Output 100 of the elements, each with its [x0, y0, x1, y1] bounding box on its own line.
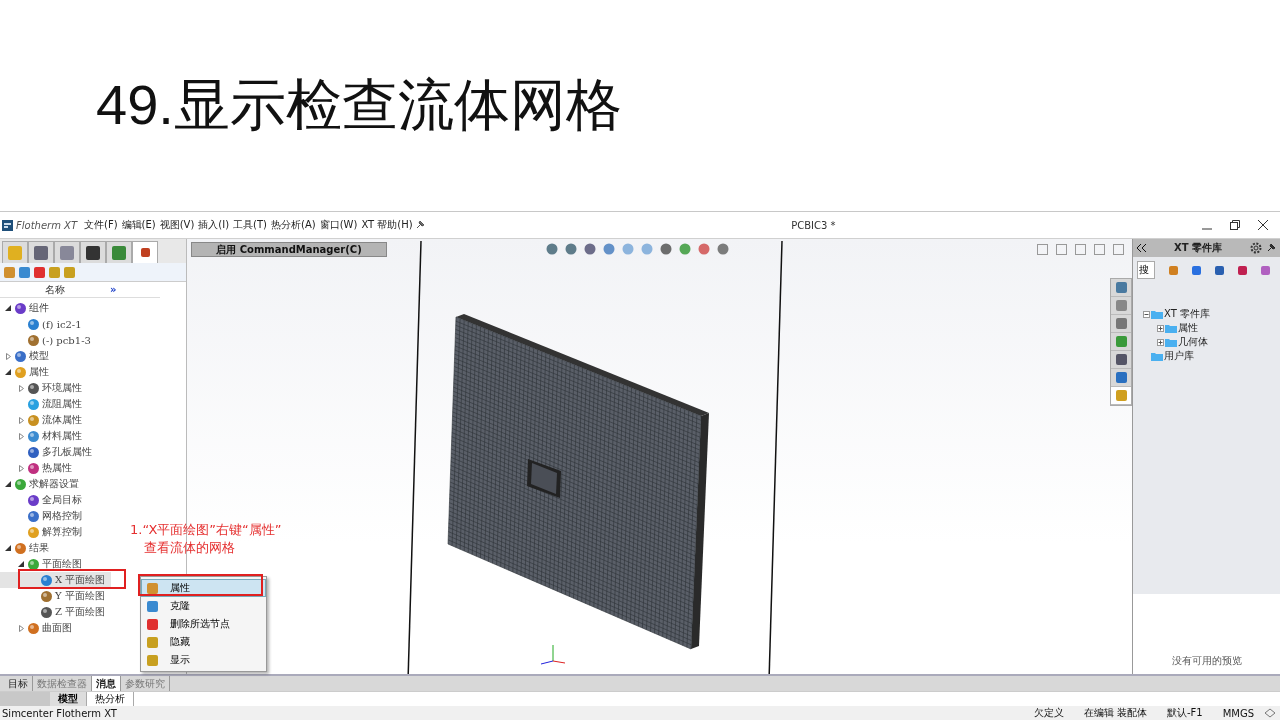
menu-item[interactable]: XT 帮助(H) [359, 218, 415, 232]
toolbar-icon[interactable] [19, 266, 30, 278]
view-tool-icon[interactable] [716, 242, 730, 256]
expand-box-icon[interactable] [1157, 338, 1164, 346]
viewport-control-icon[interactable] [1094, 244, 1105, 255]
tree-item[interactable]: 全局目标 [0, 492, 88, 508]
menu-option[interactable]: 删除所选节点 [141, 615, 266, 633]
collapsed-triangle-icon[interactable] [18, 624, 24, 632]
expanded-triangle-icon[interactable] [18, 561, 24, 567]
tree-item[interactable]: Z 平面绘图 [0, 604, 112, 620]
side-tool-icon[interactable] [1114, 371, 1128, 384]
side-tool-icon[interactable] [1114, 389, 1128, 402]
tree-item[interactable]: Y 平面绘图 [0, 588, 111, 604]
tree-item[interactable]: (-) pcb1-3 [0, 332, 97, 348]
tree-item[interactable]: 网格控制 [0, 508, 88, 524]
menu-item[interactable]: 热分析(A) [269, 218, 318, 232]
view-tool-icon[interactable] [583, 242, 597, 256]
node-icon [27, 557, 40, 571]
toolbar-icon[interactable] [49, 266, 60, 278]
collapsed-triangle-icon[interactable] [18, 384, 24, 392]
tree-item[interactable]: 求解器设置 [0, 476, 85, 492]
library-tool-icon[interactable] [1169, 265, 1178, 275]
tree-item[interactable]: 多孔板属性 [0, 444, 98, 460]
viewport-control-icon[interactable] [1056, 244, 1067, 255]
tree-item[interactable]: 流体属性 [0, 412, 88, 428]
sheet-tab[interactable]: 模型 [50, 692, 87, 706]
expanded-triangle-icon[interactable] [5, 545, 11, 551]
toolbar-icon[interactable] [4, 266, 15, 278]
menu-item[interactable]: 工具(T) [231, 218, 270, 232]
panel-tab[interactable] [28, 241, 54, 263]
pin-icon[interactable] [414, 220, 425, 230]
tree-item[interactable]: 属性 [0, 364, 55, 380]
search-field[interactable]: 搜 [1137, 261, 1155, 279]
side-tool-icon[interactable] [1114, 317, 1128, 330]
menu-item[interactable]: 文件(F) [82, 218, 120, 232]
panel-tab[interactable] [132, 241, 158, 263]
menu-option[interactable]: 显示 [141, 651, 266, 669]
view-tool-icon[interactable] [659, 242, 673, 256]
viewport-control-icon[interactable] [1113, 244, 1124, 255]
tree-item[interactable]: 材料属性 [0, 428, 88, 444]
settings-icon[interactable] [1250, 242, 1262, 254]
collapsed-triangle-icon[interactable] [18, 464, 24, 472]
close-icon[interactable] [1258, 220, 1268, 230]
expand-columns-button[interactable]: » [110, 284, 117, 295]
tree-item[interactable]: X 平面绘图 [0, 572, 112, 588]
view-tool-icon[interactable] [602, 242, 616, 256]
menu-option[interactable]: 隐藏 [141, 633, 266, 651]
tree-item[interactable]: 平面绘图 [0, 556, 88, 572]
tree-item[interactable]: (f) ic2-1 [0, 316, 88, 332]
restore-icon[interactable] [1230, 220, 1240, 230]
expanded-triangle-icon[interactable] [5, 369, 11, 375]
tree-item[interactable]: 结果 [0, 540, 55, 556]
library-item[interactable]: XT 零件库 [1143, 307, 1280, 321]
node-icon [27, 333, 40, 347]
viewport-control-icon[interactable] [1075, 244, 1086, 255]
side-tool-icon[interactable] [1114, 335, 1128, 348]
library-tool-icon[interactable] [1192, 265, 1201, 275]
library-tool-icon[interactable] [1238, 265, 1247, 275]
view-tool-icon[interactable] [621, 242, 635, 256]
collapse-box-icon[interactable] [1143, 310, 1150, 318]
tree-item[interactable]: 模型 [0, 348, 55, 364]
toolbar-icon[interactable] [64, 266, 75, 278]
library-item[interactable]: 几何体 [1143, 335, 1280, 349]
menu-item[interactable]: 窗口(W) [317, 218, 360, 232]
status-icon[interactable] [1264, 708, 1276, 718]
panel-tab[interactable] [80, 241, 106, 263]
pin-icon[interactable] [1266, 243, 1276, 253]
toolbar-icon[interactable] [34, 266, 45, 278]
expanded-triangle-icon[interactable] [5, 305, 11, 311]
library-tool-icon[interactable] [1215, 265, 1224, 275]
tree-item[interactable]: 环境属性 [0, 380, 88, 396]
menu-item[interactable]: 编辑(E) [119, 218, 158, 232]
view-tool-icon[interactable] [564, 242, 578, 256]
menu-item[interactable]: 插入(I) [196, 218, 232, 232]
side-tool-icon[interactable] [1114, 299, 1128, 312]
collapse-panel-icon[interactable] [1137, 244, 1146, 252]
menu-option[interactable]: 克隆 [141, 597, 266, 615]
viewport-control-icon[interactable] [1037, 244, 1048, 255]
library-item[interactable]: 属性 [1143, 321, 1280, 335]
view-tool-icon[interactable] [678, 242, 692, 256]
tree-item[interactable]: 曲面图 [0, 620, 78, 636]
command-manager-bar[interactable]: 启用 CommandManager(C) [191, 242, 387, 257]
library-tool-icon[interactable] [1261, 265, 1270, 275]
status-item: 在编辑 装配体 [1082, 706, 1148, 720]
collapsed-triangle-icon[interactable] [5, 352, 11, 360]
expand-box-icon[interactable] [1157, 324, 1164, 332]
tree-item[interactable]: 热属性 [0, 460, 78, 476]
tree-item[interactable]: 解算控制 [0, 524, 88, 540]
tree-label: 全局目标 [42, 493, 82, 507]
view-tool-icon[interactable] [697, 242, 711, 256]
expanded-triangle-icon[interactable] [5, 481, 11, 487]
bottom-tab[interactable]: 消息 [92, 676, 121, 691]
view-tool-icon[interactable] [545, 242, 559, 256]
view-tool-icon[interactable] [640, 242, 654, 256]
tree-item[interactable]: 流阻属性 [0, 396, 88, 412]
tree-item[interactable]: 组件 [0, 300, 55, 316]
side-tool-icon[interactable] [1114, 353, 1128, 366]
library-item[interactable]: 用户库 [1143, 349, 1280, 363]
side-tool-icon[interactable] [1114, 281, 1128, 294]
menu-item[interactable]: 视图(V) [157, 218, 197, 232]
